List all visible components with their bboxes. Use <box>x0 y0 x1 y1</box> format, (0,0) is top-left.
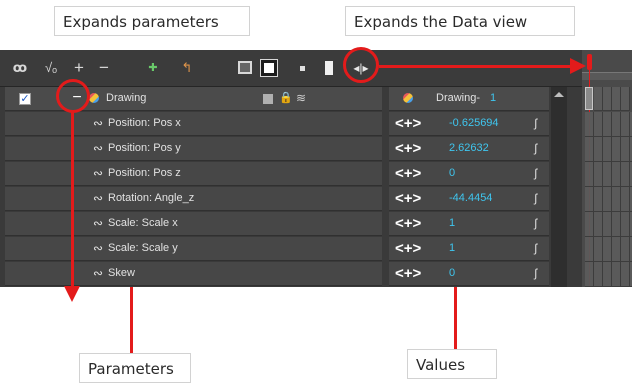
ease-curve-icon[interactable]: ʃ <box>534 241 537 255</box>
value-field[interactable]: 1 <box>449 217 455 229</box>
layer-name: Drawing <box>106 92 147 104</box>
parameter-label: Position: Pos x <box>108 117 181 129</box>
ease-curve-icon[interactable]: ʃ <box>534 216 537 230</box>
value-field[interactable]: 0 <box>449 167 455 179</box>
value-row[interactable]: <+> 1 ʃ <box>389 237 549 261</box>
parameter-label: Position: Pos z <box>108 167 181 179</box>
value-field[interactable]: 1 <box>449 242 455 254</box>
callout-expands-data-view-text: Expands the Data view <box>354 13 528 31</box>
value-field[interactable]: 0 <box>449 267 455 279</box>
frame-cell[interactable] <box>594 87 603 111</box>
data-view-header: Drawing- 1 <box>389 87 549 111</box>
small-square-icon[interactable] <box>300 66 305 71</box>
arrow-data-view-shaft <box>379 65 573 68</box>
function-curve-icon: ∾ <box>93 191 104 205</box>
value-row[interactable]: <+> 2.62632 ʃ <box>389 137 549 161</box>
ease-curve-icon[interactable]: ʃ <box>534 116 537 130</box>
parameter-row[interactable]: ∾ Skew <box>5 262 382 286</box>
parameter-row[interactable]: ∾ Scale: Scale y <box>5 237 382 261</box>
timeline-panel: ꝏ √ₒ + − ✚ ↰ ◂|▸ ✓ − Drawing 🔒 ≋ ∾ Posit… <box>0 50 632 287</box>
arrow-parameters-head <box>64 286 80 302</box>
frame-grid-rows <box>585 112 632 287</box>
animated-icon[interactable]: √ₒ <box>40 59 62 77</box>
layer-enable-checkbox[interactable]: ✓ <box>19 93 31 105</box>
value-field[interactable]: 2.62632 <box>449 142 489 154</box>
arrow-parameters-shaft <box>71 112 74 288</box>
parent-peg-icon[interactable]: ↰ <box>178 59 196 77</box>
parameter-label: Position: Pos y <box>108 142 181 154</box>
value-row[interactable]: <+> 0 ʃ <box>389 162 549 186</box>
ease-curve-icon[interactable]: ʃ <box>534 141 537 155</box>
data-view-frame: 1 <box>490 92 497 104</box>
pointer-parameters <box>130 287 133 353</box>
timeline-toolbar: ꝏ √ₒ + − ✚ ↰ ◂|▸ <box>0 50 632 87</box>
lock-icon[interactable]: 🔒 <box>279 91 293 104</box>
callout-expands-data-view: Expands the Data view <box>345 6 575 36</box>
annotation-circle-collapse <box>56 79 90 113</box>
show-all-icon[interactable]: ꝏ <box>10 59 30 77</box>
white-rect-icon[interactable] <box>325 61 333 75</box>
step-arrows[interactable]: <+> <box>395 215 421 232</box>
step-arrows[interactable]: <+> <box>395 140 421 157</box>
callout-values: Values <box>407 349 497 379</box>
callout-expands-parameters: Expands parameters <box>54 6 250 36</box>
function-curve-icon: ∾ <box>93 241 104 255</box>
ease-curve-icon[interactable]: ʃ <box>534 166 537 180</box>
value-field[interactable]: -44.4454 <box>449 192 492 204</box>
parameter-label: Scale: Scale x <box>108 217 178 229</box>
frame-cell[interactable] <box>621 87 630 111</box>
layer-list: ✓ − Drawing 🔒 ≋ ∾ Position: Pos x ∾ Posi… <box>5 87 382 287</box>
add-peg-icon[interactable]: ✚ <box>145 59 161 77</box>
function-curve-icon: ∾ <box>93 266 104 280</box>
add-layer-icon[interactable]: + <box>70 59 88 77</box>
function-curve-icon: ∾ <box>93 141 104 155</box>
drawing-layer-icon <box>403 93 413 103</box>
drawing-layer-icon <box>89 93 99 103</box>
function-curve-icon: ∾ <box>93 166 104 180</box>
parameter-label: Rotation: Angle_z <box>108 192 195 204</box>
value-row[interactable]: <+> -0.625694 ʃ <box>389 112 549 136</box>
value-field[interactable]: -0.625694 <box>449 117 499 129</box>
current-frame-cell[interactable] <box>585 87 593 110</box>
step-arrows[interactable]: <+> <box>395 115 421 132</box>
parameter-label: Scale: Scale y <box>108 242 178 254</box>
layer-stack-icon[interactable]: ≋ <box>296 91 306 105</box>
parameter-row[interactable]: ∾ Rotation: Angle_z <box>5 187 382 211</box>
pointer-values <box>454 287 457 349</box>
callout-values-text: Values <box>416 356 466 374</box>
ease-curve-icon[interactable]: ʃ <box>534 191 537 205</box>
data-view-layer-label: Drawing- <box>436 92 481 104</box>
parameter-row[interactable]: ∾ Position: Pos x <box>5 112 382 136</box>
frame-cell[interactable] <box>612 87 621 111</box>
parameter-row[interactable]: ∾ Scale: Scale x <box>5 212 382 236</box>
vertical-scrollbar[interactable] <box>551 87 567 287</box>
parameter-row[interactable]: ∾ Position: Pos z <box>5 162 382 186</box>
data-view: Drawing- 1 <+> -0.625694 ʃ <+> 2.62632 ʃ… <box>389 87 549 287</box>
value-row[interactable]: <+> -44.4454 ʃ <box>389 187 549 211</box>
annotation-circle-data-view <box>343 47 379 83</box>
timeline-frames[interactable] <box>582 50 632 287</box>
scroll-up-icon[interactable] <box>554 92 564 97</box>
callout-expands-parameters-text: Expands parameters <box>63 13 219 31</box>
step-arrows[interactable]: <+> <box>395 265 421 282</box>
ease-curve-icon[interactable]: ʃ <box>534 266 537 280</box>
parameter-row[interactable]: ∾ Position: Pos y <box>5 137 382 161</box>
thumbnail-icon[interactable] <box>260 59 278 77</box>
frame-cell[interactable] <box>603 87 612 111</box>
parameter-label: Skew <box>108 267 135 279</box>
screen-icon[interactable] <box>238 61 252 74</box>
step-arrows[interactable]: <+> <box>395 165 421 182</box>
remove-layer-icon[interactable]: − <box>95 59 113 77</box>
callout-parameters: Parameters <box>79 353 191 383</box>
step-arrows[interactable]: <+> <box>395 190 421 207</box>
callout-parameters-text: Parameters <box>88 360 174 378</box>
value-row[interactable]: <+> 1 ʃ <box>389 212 549 236</box>
function-curve-icon: ∾ <box>93 216 104 230</box>
arrow-data-view-head <box>570 58 586 74</box>
function-curve-icon: ∾ <box>93 116 104 130</box>
step-arrows[interactable]: <+> <box>395 240 421 257</box>
lock-square-icon[interactable] <box>263 94 273 104</box>
value-row[interactable]: <+> 0 ʃ <box>389 262 549 286</box>
